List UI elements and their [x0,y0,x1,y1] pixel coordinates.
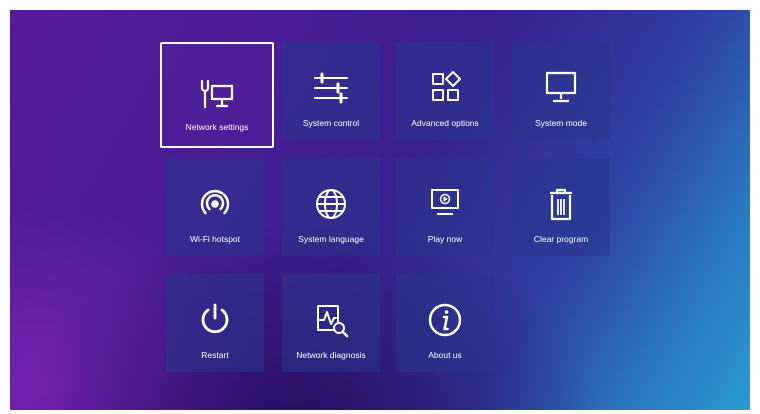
tile-label: System control [302,118,360,128]
tile-label: Clear program [533,234,589,244]
tile-label: Network settings [185,122,249,132]
tile-network-settings[interactable]: Network settings [160,42,274,148]
hotspot-icon [193,186,237,222]
diagnosis-icon [309,302,353,338]
tile-label: Restart [201,350,229,360]
tile-label: Advanced options [411,118,479,128]
tile-clear-program[interactable]: Clear program [512,158,610,256]
globe-icon [309,186,353,222]
info-icon [423,302,467,338]
tile-network-diagnosis[interactable]: Network diagnosis [282,274,380,372]
play-screen-icon [423,186,467,222]
tile-label: Wi-Fi hotspot [189,234,241,244]
tile-play-now[interactable]: Play now [396,158,494,256]
tile-wifi-hotspot[interactable]: Wi-Fi hotspot [166,158,264,256]
settings-screen: Network settings System control Advanced… [10,10,750,410]
power-icon [193,302,237,338]
apps-grid-icon [423,70,467,106]
tile-advanced-options[interactable]: Advanced options [396,42,494,140]
tile-system-control[interactable]: System control [282,42,380,140]
monitor-icon [539,70,583,106]
tile-about-us[interactable]: About us [396,274,494,372]
tile-label: System language [298,234,364,244]
network-settings-icon [195,76,239,112]
tile-label: Network diagnosis [296,350,366,360]
tile-restart[interactable]: Restart [166,274,264,372]
trash-icon [539,186,583,222]
sliders-icon [309,70,353,106]
tile-label: System mode [535,118,587,128]
tile-system-mode[interactable]: System mode [512,42,610,140]
tile-system-language[interactable]: System language [282,158,380,256]
tile-label: Play now [427,234,463,244]
tile-label: About us [428,350,462,360]
